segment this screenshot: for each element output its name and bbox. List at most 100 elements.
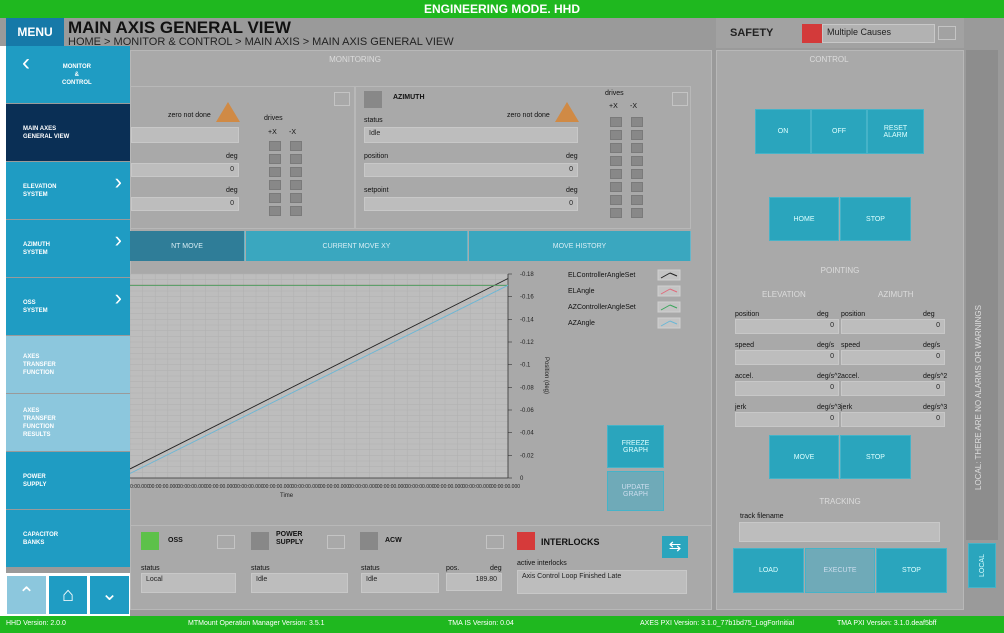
legend-label: AZControllerAngleSet <box>568 304 636 311</box>
expand-icon[interactable] <box>217 535 235 549</box>
azimuth-unit-label: deg <box>923 311 935 318</box>
y-tick-label: -0.14 <box>520 317 534 323</box>
elevation-unit-label: deg/s^2 <box>817 373 842 380</box>
azimuth-block: AZIMUTH status zero not done Idle positi… <box>355 86 691 229</box>
execute-button[interactable]: EXECUTE <box>805 548 875 593</box>
freeze-graph-button[interactable]: FREEZE GRAPH <box>607 425 664 468</box>
expand-icon[interactable] <box>327 535 345 549</box>
power-supply-title-1: POWER <box>276 531 303 538</box>
pointing-azimuth-label: AZIMUTH <box>878 290 914 299</box>
sidebar-item-label: ELEVATION SYSTEM <box>23 183 57 198</box>
scroll-up-icon[interactable]: ⌃ <box>7 576 46 614</box>
elevation-unit-2: deg <box>226 187 238 194</box>
elevation-zero-label: zero not done <box>168 112 211 119</box>
sidebar-item-7[interactable]: CAPACITOR BANKS <box>6 510 130 567</box>
sidebar-item-2[interactable]: AZIMUTH SYSTEM › <box>6 220 130 277</box>
freeze-graph-label-2: GRAPH <box>623 446 648 454</box>
azimuth-title: AZIMUTH <box>393 94 425 101</box>
azimuth-drives-label: drives <box>605 90 624 97</box>
interlocks-indicator <box>517 532 535 550</box>
stop-button[interactable]: STOP <box>840 197 911 241</box>
x-tick-label: 00:00:00.000 <box>130 484 150 490</box>
sidebar-item-4[interactable]: AXES TRANSFER FUNCTION <box>6 336 130 393</box>
home-button[interactable]: HOME <box>769 197 839 241</box>
expand-icon[interactable] <box>486 535 504 549</box>
azimuth-status-field: Idle <box>364 127 578 143</box>
control-title: CONTROL <box>809 55 849 64</box>
azimuth-unit-label: deg/s^2 <box>923 373 948 380</box>
x-axis-label: Time <box>280 493 294 499</box>
mode-banner: ENGINEERING MODE. HHD <box>0 0 1004 18</box>
tab-move-history[interactable]: MOVE HISTORY <box>469 231 691 261</box>
pointing-title: POINTING <box>820 266 860 275</box>
legend-label: AZAngle <box>568 320 595 327</box>
sidebar-item-label: AXES TRANSFER FUNCTION <box>23 353 56 376</box>
azimuth-speed-input[interactable]: 0 <box>841 350 945 365</box>
sidebar-item-3[interactable]: OSS SYSTEM › <box>6 278 130 335</box>
menu-button[interactable]: MENU <box>6 18 64 46</box>
expand-icon[interactable] <box>334 92 350 106</box>
update-graph-button[interactable]: UPDATE GRAPH <box>607 471 664 511</box>
interlocks-title: INTERLOCKS <box>541 537 600 547</box>
azimuth-position-input[interactable]: 0 <box>841 319 945 334</box>
elevation-drives-label: drives <box>264 115 283 122</box>
elevation-unit-label: deg/s^3 <box>817 404 842 411</box>
x-tick-label: 00:00:00.000 <box>206 484 235 490</box>
x-tick-label: 00:00:00.000 <box>291 484 320 490</box>
tab-current-move[interactable]: NT MOVE <box>130 231 245 261</box>
y-tick-label: -0.18 <box>520 272 534 278</box>
sidebar-item-1[interactable]: ELEVATION SYSTEM › <box>6 162 130 219</box>
swap-icon[interactable]: ⇆ <box>662 536 688 558</box>
track-filename-input[interactable] <box>739 522 940 542</box>
elevation-accel-input[interactable]: 0 <box>735 381 839 396</box>
azimuth-accel-input[interactable]: 0 <box>841 381 945 396</box>
tma-pxi-version: TMA PXI Version: 3.1.0.deaf5bff <box>837 620 937 627</box>
scroll-down-icon[interactable]: ⌄ <box>90 576 129 614</box>
expand-icon[interactable] <box>672 92 688 106</box>
sidebar-item-6[interactable]: POWER SUPPLY <box>6 452 130 509</box>
y-tick-label: -0.08 <box>520 385 534 391</box>
alarms-strip[interactable]: LOCAL: THERE ARE NO ALARMS OR WARNINGS <box>966 50 998 540</box>
elevation-unit-1: deg <box>226 153 238 160</box>
tracking-title: TRACKING <box>819 497 861 506</box>
y-tick-label: -0.04 <box>520 431 534 437</box>
freeze-graph-label-1: FREEZE <box>621 439 650 447</box>
power-supply-title-2: SUPPLY <box>276 539 304 546</box>
expand-icon[interactable] <box>938 26 956 40</box>
elevation-speed-input[interactable]: 0 <box>735 350 839 365</box>
home-icon[interactable]: ⌂ <box>49 576 87 614</box>
sidebar-item-5[interactable]: AXES TRANSFER FUNCTION RESULTS <box>6 394 130 451</box>
elevation-jerk-input[interactable]: 0 <box>735 412 839 427</box>
interlocks-active-field: Axis Control Loop Finished Late <box>517 570 687 594</box>
plus-x-label: +X <box>609 103 618 110</box>
y-tick-label: -0.02 <box>520 453 534 459</box>
azimuth-jerk-input[interactable]: 0 <box>841 412 945 427</box>
sidebar-item-0[interactable]: MAIN AXES GENERAL VIEW <box>6 104 130 161</box>
tab-current-move-xy[interactable]: CURRENT MOVE XY <box>246 231 468 261</box>
acw-status-label: status <box>361 565 380 572</box>
stop-move-button[interactable]: STOP <box>840 435 911 479</box>
reset-alarm-button[interactable]: RESET ALARM <box>867 109 924 154</box>
azimuth-status-label: status <box>364 117 383 124</box>
sidebar-back[interactable]: ‹ MONITOR & CONTROL <box>6 46 130 103</box>
local-button[interactable]: LOCAL <box>968 543 996 588</box>
on-button[interactable]: ON <box>755 109 811 154</box>
off-button[interactable]: OFF <box>811 109 867 154</box>
update-graph-label-1: UPDATE <box>621 484 650 491</box>
acw-pos-label: pos. <box>446 565 460 572</box>
move-button[interactable]: MOVE <box>769 435 839 479</box>
load-button[interactable]: LOAD <box>733 548 804 593</box>
legend-label: ELControllerAngleSet <box>568 272 635 279</box>
stop-tracking-button[interactable]: STOP <box>876 548 947 593</box>
azimuth-unit-label: deg/s <box>923 342 941 349</box>
y-tick-label: -0.16 <box>520 295 534 301</box>
elevation-position-input[interactable]: 0 <box>735 319 839 334</box>
sidebar-item-label: POWER SUPPLY <box>23 473 47 488</box>
warning-icon <box>555 102 579 122</box>
azimuth-setpoint-label: setpoint <box>364 187 389 194</box>
elevation-block: zero not done deg 0 deg 0 drives +X -X <box>130 86 355 229</box>
x-tick-label: 00:00:00.000 <box>348 484 377 490</box>
azimuth-position-field: 0 <box>364 163 578 177</box>
y-axis-label: Position (deg) <box>543 357 549 394</box>
acw-pos-field: 189.80 <box>446 573 502 591</box>
